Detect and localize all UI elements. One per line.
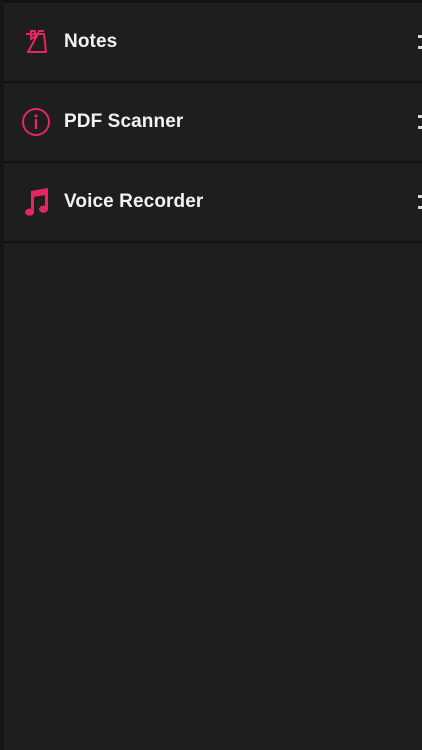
drag-handle-icon[interactable]	[418, 195, 422, 209]
menu-item-label: Notes	[64, 31, 118, 52]
menu-item-label: Voice Recorder	[64, 191, 204, 212]
menu-item-label: PDF Scanner	[64, 111, 184, 132]
info-icon	[21, 107, 51, 137]
drag-handle-icon[interactable]	[418, 35, 422, 49]
menu-list: Notes PDF Scanner Voice Recorder	[4, 3, 422, 243]
menu-item-pdf-scanner[interactable]: PDF Scanner	[4, 83, 422, 163]
notes-icon	[21, 27, 51, 57]
drag-handle-icon[interactable]	[418, 115, 422, 129]
app-screen: Notes PDF Scanner Voice Recorder	[0, 0, 422, 750]
menu-item-notes[interactable]: Notes	[4, 3, 422, 83]
menu-item-voice-recorder[interactable]: Voice Recorder	[4, 163, 422, 243]
music-note-icon	[21, 187, 51, 217]
